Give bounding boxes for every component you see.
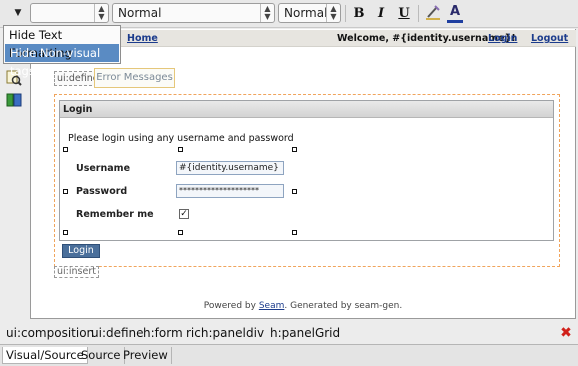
underline-button[interactable]: U	[394, 4, 414, 24]
format-select[interactable]: Normal ▲ ▼	[112, 3, 275, 23]
resize-handle[interactable]	[178, 230, 183, 235]
resize-handle[interactable]	[63, 189, 68, 194]
font-color-button[interactable]: A	[445, 4, 465, 24]
crumb-h-panelgrid[interactable]: h:panelGrid	[270, 326, 340, 340]
visual-editor: { "toolbar": { "font_name_value": "", "f…	[0, 0, 578, 366]
tab-visual-source[interactable]: Visual/Source	[2, 347, 88, 364]
toolbar-separator	[418, 5, 419, 22]
crumb-ui-composition[interactable]: ui:composition	[6, 326, 94, 340]
toolbar-popup-menu: Hide Text Formatting Hide Non-visual tag…	[3, 25, 121, 78]
tab-source[interactable]: Source	[78, 347, 125, 364]
pen-brush-icon	[426, 5, 440, 20]
font-name-select[interactable]: ▲ ▼	[30, 3, 109, 23]
font-color-icon: A	[449, 4, 461, 19]
resize-handle[interactable]	[292, 147, 297, 152]
editor-tabs: Visual/Source Source Preview	[0, 344, 578, 366]
password-field[interactable]: ********************	[176, 184, 284, 198]
format-value: Normal	[118, 6, 162, 20]
toolbar-separator	[345, 5, 346, 22]
resize-handle[interactable]	[292, 189, 297, 194]
resize-handle[interactable]	[292, 230, 297, 235]
seam-link[interactable]: Seam	[259, 301, 285, 311]
login-link[interactable]: Login	[488, 33, 517, 44]
error-messages-box[interactable]: Error Messages	[94, 68, 175, 88]
password-label: Password	[76, 186, 128, 197]
crumb-h-form[interactable]: h:form	[143, 326, 183, 340]
username-label: Username	[76, 163, 131, 174]
remember-me-checkbox[interactable]: ✓	[179, 209, 189, 219]
username-field[interactable]: #{identity.username}	[176, 161, 284, 175]
checkmark-icon: ✓	[180, 209, 188, 219]
home-link[interactable]: Home	[127, 33, 158, 44]
spinner-icon: ▲ ▼	[260, 4, 274, 22]
powered-prefix: Powered by	[203, 301, 259, 311]
resize-handle[interactable]	[178, 147, 183, 152]
tag-breadcrumb: ui:composition ui:define h:form rich:pan…	[0, 322, 578, 344]
login-intro-text: Please login using any username and pass…	[68, 133, 294, 144]
formatting-toolbar: ▼ ▲ ▼ Normal ▲ ▼ Normal ▲ ▼ B I U A	[0, 0, 578, 28]
tab-preview[interactable]: Preview	[120, 347, 172, 364]
spinner-icon: ▲ ▼	[94, 4, 108, 22]
powered-suffix: . Generated by seam-gen.	[284, 301, 403, 311]
highlight-color-button[interactable]	[423, 4, 443, 24]
bold-button[interactable]: B	[349, 4, 369, 24]
logout-link[interactable]: Logout	[531, 33, 568, 44]
toolbar-menu-dropdown-icon[interactable]: ▼	[10, 6, 26, 20]
split-view-icon[interactable]	[6, 92, 22, 108]
menu-item-hide-non-visual-tags[interactable]: Hide Non-visual tags	[5, 44, 119, 78]
spinner-icon: ▲ ▼	[326, 4, 340, 22]
ui-insert-tag[interactable]: ui:insert	[54, 266, 99, 278]
font-size-select[interactable]: Normal ▲ ▼	[278, 3, 341, 23]
italic-button[interactable]: I	[371, 4, 391, 24]
remember-me-label: Remember me	[76, 209, 154, 220]
font-size-value: Normal	[284, 6, 328, 20]
crumb-rich-panel[interactable]: rich:panel	[186, 326, 246, 340]
login-button[interactable]: Login	[62, 244, 100, 258]
powered-by-footer: Powered by Seam. Generated by seam-gen.	[30, 301, 576, 311]
crumb-ui-define[interactable]: ui:define	[91, 326, 144, 340]
menu-item-hide-text-formatting[interactable]: Hide Text Formatting	[4, 26, 120, 60]
resize-handle[interactable]	[63, 147, 68, 152]
login-panel[interactable]: Login Please login using any username an…	[59, 100, 554, 241]
resize-handle[interactable]	[63, 230, 68, 235]
close-icon[interactable]: ✖	[559, 326, 573, 340]
panel-title: Login	[60, 101, 553, 118]
font-color-swatch	[447, 20, 463, 23]
crumb-div[interactable]: div	[246, 326, 264, 340]
